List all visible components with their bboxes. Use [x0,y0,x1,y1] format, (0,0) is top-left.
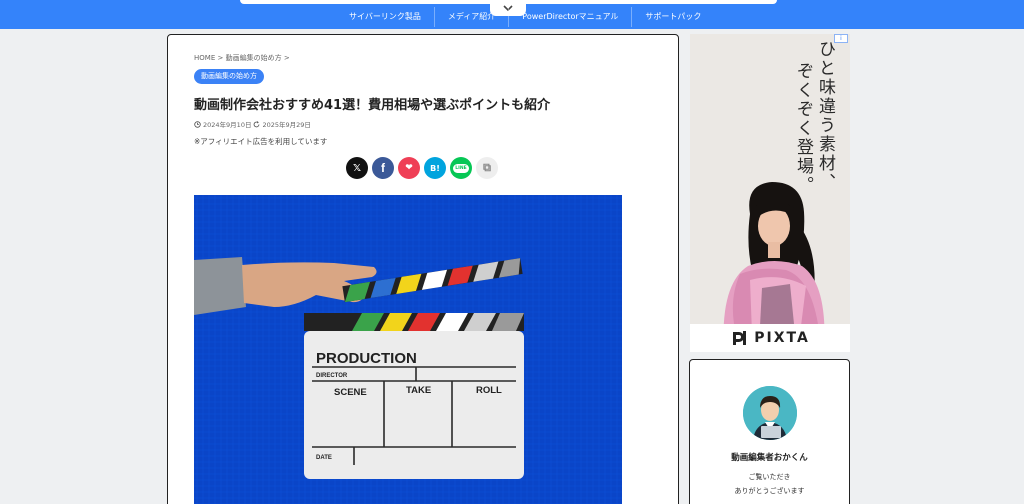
avatar [743,386,797,440]
share-x-button[interactable]: 𝕏 [346,157,368,179]
pocket-icon: ❤ [405,163,413,173]
pixta-logo-icon [733,331,747,345]
copy-icon: ⧉ [483,161,491,174]
breadcrumb-separator: > [217,54,224,62]
board-scene: SCENE [334,387,367,398]
breadcrumb-home[interactable]: HOME [194,54,215,62]
author-message-line-2: ありがとうございます [734,487,805,495]
published-date: 2024年9月10日 [203,121,252,129]
share-hatena-button[interactable]: B! [424,157,446,179]
x-icon: 𝕏 [352,162,362,174]
top-nav-bar: サイバーリンク製品 メディア紹介 PowerDirectorマニュアル サポート… [0,0,1024,29]
board-roll: ROLL [476,385,502,396]
share-buttons: 𝕏 f ❤ B! LINE ⧉ [346,157,498,179]
page-title: 動画制作会社おすすめ41選！費用相場や選ぶポイントも紹介 [194,98,551,113]
global-nav: サイバーリンク製品 メディア紹介 PowerDirectorマニュアル サポート… [336,7,714,27]
ad-info-icon[interactable]: i [834,34,848,43]
nav-item-support[interactable]: サポートパック [631,7,714,27]
breadcrumb: HOME > 動画編集の始め方 > [194,53,290,63]
share-facebook-button[interactable]: f [372,157,394,179]
updated-date: 2025年9月29日 [262,121,311,129]
clock-icon [194,120,201,128]
breadcrumb-category[interactable]: 動画編集の始め方 [226,54,282,62]
nav-item-products[interactable]: サイバーリンク製品 [336,7,434,27]
nav-item-manual[interactable]: PowerDirectorマニュアル [508,7,631,27]
ad-brand-name: PIXTA [754,330,810,346]
board-title: PRODUCTION [316,350,417,367]
share-pocket-button[interactable]: ❤ [398,157,420,179]
board-take: TAKE [406,385,431,396]
board-director: DIRECTOR [316,373,348,379]
ad-headline-2: ぞくぞく登場。 [793,62,813,195]
facebook-icon: f [381,161,385,175]
ad-brand-bar: PIXTA [690,324,850,352]
hero-image: PRODUCTION DIRECTOR SCENE TAKE ROLL DATE [194,195,622,504]
nav-item-media[interactable]: メディア紹介 [433,7,508,27]
hatena-icon: B! [430,163,440,173]
post-dates: 2024年9月10日 2025年9月29日 [194,119,311,129]
sidebar-ad[interactable]: i ひと味違う素材、 ぞくぞく登場。 PIXTA [690,34,850,352]
share-line-button[interactable]: LINE [450,157,472,179]
update-icon [254,120,260,127]
affiliate-disclaimer: ※アフィリエイト広告を利用しています [194,137,328,146]
author-name: 動画編集者おかくん [731,453,808,463]
line-icon: LINE [453,163,469,173]
ad-headline-1: ひと味違う素材、 [815,40,835,192]
copy-link-button[interactable]: ⧉ [476,157,498,179]
author-message-line-1: ご覧いただき [748,473,791,481]
board-date: DATE [316,455,332,461]
clapperboard-illustration: PRODUCTION DIRECTOR SCENE TAKE ROLL DATE [194,195,622,504]
author-profile-card: 動画編集者おかくん ご覧いただき ありがとうございます [689,359,850,504]
breadcrumb-separator: > [283,54,290,62]
article-card: HOME > 動画編集の始め方 > 動画編集の始め方 動画制作会社おすすめ41選… [167,34,679,504]
category-badge[interactable]: 動画編集の始め方 [194,69,264,84]
